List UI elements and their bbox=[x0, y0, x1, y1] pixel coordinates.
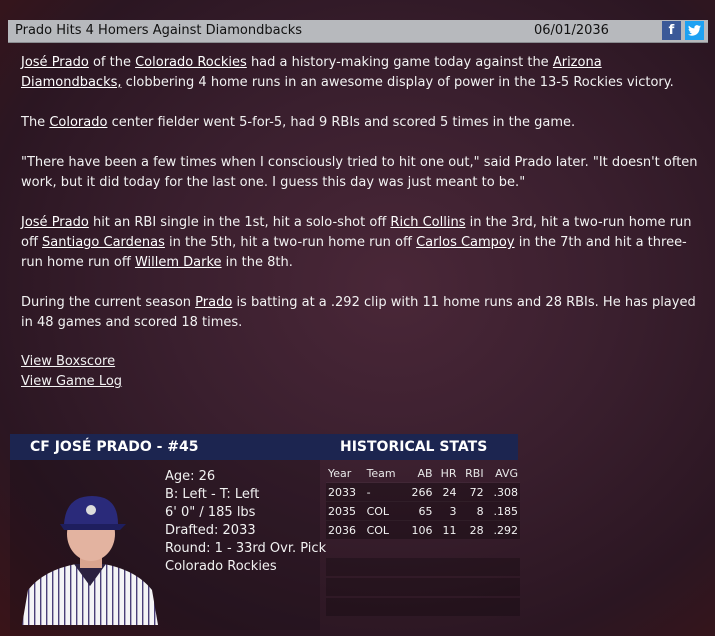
twitter-icon[interactable] bbox=[685, 21, 704, 40]
player-draft-round: Round: 1 - 33rd Ovr. Pick bbox=[165, 541, 327, 556]
facebook-icon[interactable]: f bbox=[662, 21, 681, 40]
empty-stats-row bbox=[326, 578, 520, 596]
historical-stats-table: Year Team AB HR RBI AVG 2033 - 266 24 72… bbox=[326, 464, 520, 539]
column-header: Team bbox=[366, 466, 396, 480]
article-body: José Prado of the Colorado Rockies had a… bbox=[21, 53, 701, 353]
column-header: AVG bbox=[495, 466, 518, 480]
table-cell: - bbox=[364, 482, 405, 502]
player-heading: CF JOSÉ PRADO - #45 bbox=[30, 439, 199, 455]
table-cell: 28 bbox=[458, 520, 486, 539]
table-cell: COL bbox=[364, 501, 405, 521]
table-cell: 8 bbox=[458, 501, 486, 521]
view-game-log-link[interactable]: View Game Log bbox=[21, 372, 122, 392]
article-title: Prado Hits 4 Homers Against Diamondbacks bbox=[15, 23, 303, 38]
paragraph-text: hit an RBI single in the 1st, hit a solo… bbox=[88, 215, 391, 230]
paragraph-text: clobbering 4 home runs in an awesome dis… bbox=[121, 75, 674, 90]
column-header: AB bbox=[417, 466, 433, 480]
team-link[interactable]: Colorado Rockies bbox=[135, 55, 247, 70]
player-portrait bbox=[22, 496, 158, 625]
paragraph-text: in the 5th, hit a two-run home run off bbox=[164, 235, 417, 250]
player-link[interactable]: José Prado bbox=[21, 215, 89, 230]
paragraph-text: During the current season bbox=[21, 295, 196, 310]
table-cell: 2033 bbox=[326, 482, 365, 502]
player-link[interactable]: Prado bbox=[195, 295, 232, 310]
column-header: Year bbox=[328, 466, 352, 480]
article-date: 06/01/2036 bbox=[534, 23, 609, 38]
table-cell: 72 bbox=[458, 482, 486, 502]
table-cell: 65 bbox=[404, 501, 435, 521]
player-panel-header: CF JOSÉ PRADO - #45 HISTORICAL STATS bbox=[10, 434, 518, 460]
player-bats-throws: B: Left - T: Left bbox=[165, 487, 260, 502]
pitcher-link[interactable]: Willem Darke bbox=[135, 255, 222, 270]
table-cell: COL bbox=[364, 520, 405, 539]
view-boxscore-link[interactable]: View Boxscore bbox=[21, 352, 122, 372]
article-links: View Boxscore View Game Log bbox=[21, 352, 122, 392]
player-bio: Age: 26 B: Left - T: Left 6' 0" / 185 lb… bbox=[165, 468, 326, 576]
column-header: RBI bbox=[465, 466, 484, 480]
article-paragraph: José Prado hit an RBI single in the 1st,… bbox=[21, 213, 701, 273]
table-cell: 3 bbox=[434, 501, 459, 521]
paragraph-text: The bbox=[21, 115, 50, 130]
article-paragraph: The Colorado center fielder went 5-for-5… bbox=[21, 113, 701, 133]
pitcher-link[interactable]: Rich Collins bbox=[390, 215, 465, 230]
pitcher-link[interactable]: Santiago Cardenas bbox=[42, 235, 165, 250]
article-header: Prado Hits 4 Homers Against Diamondbacks… bbox=[8, 20, 708, 43]
player-link[interactable]: José Prado bbox=[21, 55, 89, 70]
paragraph-text: of the bbox=[88, 55, 136, 70]
paragraph-text: had a history-making game today against … bbox=[246, 55, 553, 70]
table-row: 2033 - 266 24 72 .308 bbox=[326, 482, 520, 502]
table-row: 2036 COL 106 11 28 .292 bbox=[326, 520, 520, 539]
empty-stats-row bbox=[326, 598, 520, 616]
table-cell: 2035 bbox=[326, 501, 365, 521]
table-cell: 11 bbox=[434, 520, 459, 539]
table-cell: .308 bbox=[485, 482, 520, 502]
table-row: 2035 COL 65 3 8 .185 bbox=[326, 501, 520, 521]
paragraph-text: in the 8th. bbox=[221, 255, 293, 270]
table-cell: .185 bbox=[485, 501, 520, 521]
article-paragraph: During the current season Prado is batti… bbox=[21, 293, 701, 333]
column-header: HR bbox=[440, 466, 457, 480]
player-size: 6' 0" / 185 lbs bbox=[165, 505, 256, 520]
table-cell: 266 bbox=[404, 482, 435, 502]
article-paragraph: José Prado of the Colorado Rockies had a… bbox=[21, 53, 701, 93]
paragraph-text: center fielder went 5-for-5, had 9 RBIs … bbox=[107, 115, 576, 130]
table-cell: 24 bbox=[434, 482, 459, 502]
pitcher-link[interactable]: Carlos Campoy bbox=[416, 235, 514, 250]
player-team: Colorado Rockies bbox=[165, 559, 277, 574]
player-age: Age: 26 bbox=[165, 469, 216, 484]
table-cell: .292 bbox=[485, 520, 520, 539]
historical-stats-heading: HISTORICAL STATS bbox=[340, 439, 488, 455]
player-drafted: Drafted: 2033 bbox=[165, 523, 256, 538]
empty-stats-row bbox=[326, 558, 520, 576]
stats-header-row: Year Team AB HR RBI AVG bbox=[326, 464, 520, 483]
quote-paragraph: "There have been a few times when I cons… bbox=[21, 155, 698, 190]
table-cell: 106 bbox=[404, 520, 435, 539]
team-link[interactable]: Colorado bbox=[49, 115, 107, 130]
table-cell: 2036 bbox=[326, 520, 365, 539]
